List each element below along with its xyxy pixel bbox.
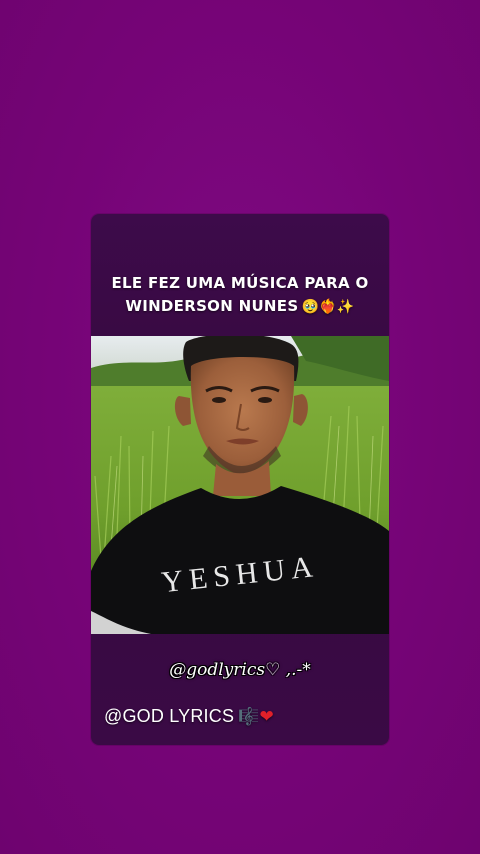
handle-sticker[interactable]: @godlyrics♡ ,.-* xyxy=(91,660,389,680)
caption-line-1: ELE FEZ UMA MÚSICA PARA O xyxy=(111,274,369,292)
caption-line-2-text: WINDERSON NUNES xyxy=(125,297,299,315)
brand-label[interactable]: @GOD LYRICS 🎼❤ xyxy=(104,706,274,727)
caption-line-2: WINDERSON NUNES 🥹❤️‍🔥✨ xyxy=(91,295,389,319)
video-thumbnail: YESHUA xyxy=(91,336,389,634)
caption-emojis: 🥹❤️‍🔥✨ xyxy=(301,299,355,315)
brand-text: @GOD LYRICS xyxy=(104,706,235,726)
video-frame[interactable]: YESHUA xyxy=(91,336,389,634)
story-screen: ELE FEZ UMA MÚSICA PARA O WINDERSON NUNE… xyxy=(0,0,480,854)
music-notes-icon: 🎼 xyxy=(238,707,260,726)
heart-icon: ❤ xyxy=(259,707,274,726)
story-caption: ELE FEZ UMA MÚSICA PARA O WINDERSON NUNE… xyxy=(91,272,389,319)
story-card[interactable]: ELE FEZ UMA MÚSICA PARA O WINDERSON NUNE… xyxy=(91,214,389,745)
